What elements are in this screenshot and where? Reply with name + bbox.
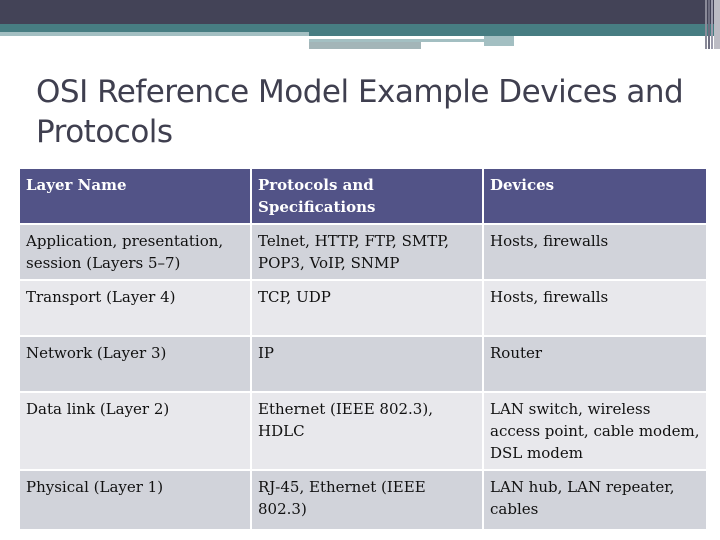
cell-devices: Hosts, firewalls xyxy=(484,281,706,335)
cell-devices: Hosts, firewalls xyxy=(484,225,706,279)
cell-protocols: Ethernet (IEEE 802.3), HDLC xyxy=(252,393,482,469)
table-row: Application, presentation, session (Laye… xyxy=(20,225,706,279)
cell-layer-name: Network (Layer 3) xyxy=(20,337,250,391)
table-row: Data link (Layer 2) Ethernet (IEEE 802.3… xyxy=(20,393,706,469)
slide-accent-bar xyxy=(0,24,720,32)
header-devices: Devices xyxy=(484,169,706,223)
table-row: Physical (Layer 1) RJ-45, Ethernet (IEEE… xyxy=(20,471,706,529)
slide-accent-stripe xyxy=(484,36,514,46)
slide-title: OSI Reference Model Example Devices and … xyxy=(36,74,684,150)
cell-layer-name: Transport (Layer 4) xyxy=(20,281,250,335)
osi-table: Layer Name Protocols and Specifications … xyxy=(18,167,708,531)
header-layer-name: Layer Name xyxy=(20,169,250,223)
cell-devices: LAN switch, wireless access point, cable… xyxy=(484,393,706,469)
header-protocols: Protocols and Specifications xyxy=(252,169,482,223)
slide-corner-stripes xyxy=(705,0,720,49)
slide-accent-bar-light xyxy=(0,32,309,36)
cell-protocols: TCP, UDP xyxy=(252,281,482,335)
cell-layer-name: Application, presentation, session (Laye… xyxy=(20,225,250,279)
table-row: Network (Layer 3) IP Router xyxy=(20,337,706,391)
cell-protocols: Telnet, HTTP, FTP, SMTP, POP3, VoIP, SNM… xyxy=(252,225,482,279)
cell-devices: Router xyxy=(484,337,706,391)
slide-top-banner xyxy=(0,0,720,24)
table-row: Transport (Layer 4) TCP, UDP Hosts, fire… xyxy=(20,281,706,335)
slide-accent-bar-extension xyxy=(309,32,720,36)
cell-protocols: RJ-45, Ethernet (IEEE 802.3) xyxy=(252,471,482,529)
table-header-row: Layer Name Protocols and Specifications … xyxy=(20,169,706,223)
cell-protocols: IP xyxy=(252,337,482,391)
cell-layer-name: Physical (Layer 1) xyxy=(20,471,250,529)
slide-accent-stripe xyxy=(309,42,421,49)
cell-layer-name: Data link (Layer 2) xyxy=(20,393,250,469)
cell-devices: LAN hub, LAN repeater, cables xyxy=(484,471,706,529)
